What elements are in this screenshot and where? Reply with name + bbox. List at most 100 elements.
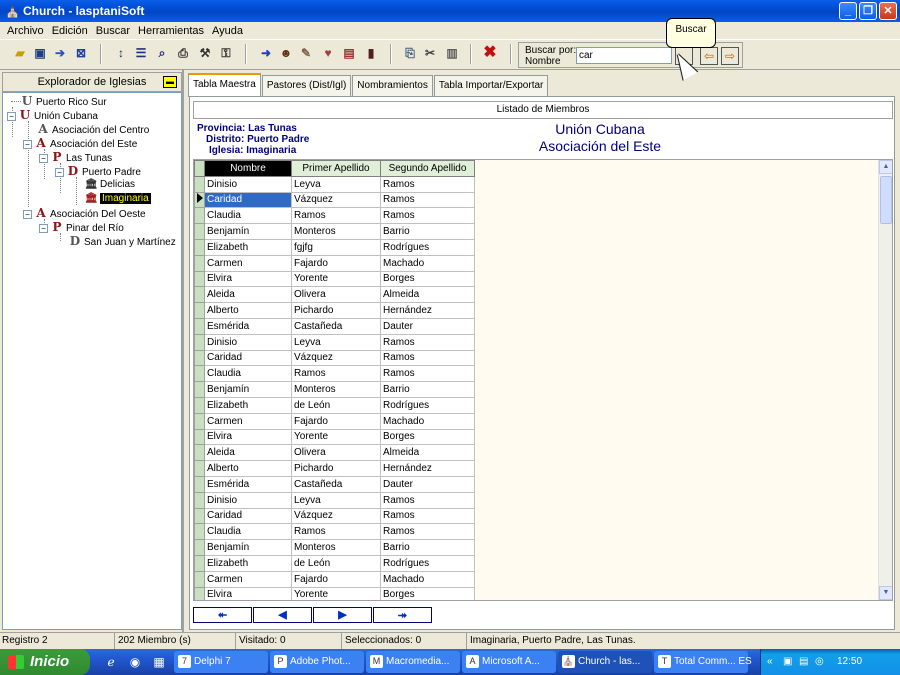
cell-primer-apellido[interactable]: Ramos	[291, 523, 381, 541]
network-icon[interactable]: ▣	[783, 649, 792, 675]
cell-primer-apellido[interactable]: Leyva	[291, 175, 381, 193]
task-delphi[interactable]: 7 Delphi 7	[174, 651, 268, 673]
cell-nombre[interactable]: Carmen	[204, 254, 292, 272]
cell-nombre[interactable]: Elvira	[204, 586, 292, 600]
cell-primer-apellido[interactable]: Yorente	[291, 586, 381, 600]
previous-record-button[interactable]: ◀	[253, 607, 312, 623]
table-row[interactable]: Aleida Olivera Almeida	[194, 444, 475, 462]
tree-node-asociacion-este[interactable]: − A Asociación del Este	[23, 136, 137, 150]
cell-segundo-apellido[interactable]: Barrio	[380, 539, 475, 556]
table-row[interactable]: Elvira Yorente Borges	[194, 270, 475, 288]
cell-nombre[interactable]: Benjamín	[204, 223, 292, 240]
pin-icon[interactable]: ▬	[163, 76, 177, 88]
tree-node-imaginaria[interactable]: 🏛 Imaginaria	[71, 192, 151, 206]
cell-segundo-apellido[interactable]: Ramos	[380, 349, 475, 367]
cell-segundo-apellido[interactable]: Hernández	[380, 460, 475, 477]
horn-icon[interactable]: ✎	[298, 45, 314, 61]
table-row[interactable]: Benjamín Monteros Barrio	[194, 381, 475, 398]
column-header-nombre[interactable]: Nombre	[204, 160, 292, 177]
table-row[interactable]: Claudia Ramos Ramos	[194, 523, 475, 541]
table-row[interactable]: Dinisio Leyva Ramos	[194, 175, 475, 193]
cell-nombre[interactable]: Claudia	[204, 523, 292, 541]
cell-primer-apellido[interactable]: Fajardo	[291, 570, 381, 588]
cell-nombre[interactable]: Esmérida	[204, 317, 292, 335]
cell-segundo-apellido[interactable]: Ramos	[380, 365, 475, 383]
last-record-button[interactable]: ⯮	[373, 607, 432, 623]
cell-nombre[interactable]: Dinisio	[204, 333, 292, 351]
menu-ayuda[interactable]: Ayuda	[208, 25, 247, 37]
cell-primer-apellido[interactable]: Fajardo	[291, 254, 381, 272]
menu-buscar[interactable]: Buscar	[92, 25, 134, 37]
cell-primer-apellido[interactable]: Monteros	[291, 223, 381, 240]
print-icon[interactable]: ⎙	[175, 45, 191, 61]
row-indicator[interactable]	[194, 428, 205, 446]
maximize-button[interactable]: ❐	[859, 2, 877, 20]
row-indicator[interactable]	[194, 523, 205, 541]
table-row[interactable]: Esmérida Castañeda Dauter	[194, 475, 475, 493]
heart-icon[interactable]: ♥	[320, 45, 336, 61]
cell-segundo-apellido[interactable]: Borges	[380, 270, 475, 288]
next-record-button[interactable]: ▶	[313, 607, 372, 623]
language-indicator[interactable]: ES	[731, 649, 759, 675]
row-indicator[interactable]	[194, 475, 205, 493]
cell-primer-apellido[interactable]: Ramos	[291, 365, 381, 383]
row-indicator[interactable]	[194, 460, 205, 477]
cell-segundo-apellido[interactable]: Borges	[380, 428, 475, 446]
cell-nombre[interactable]: Caridad	[204, 191, 292, 209]
cell-nombre[interactable]: Caridad	[204, 507, 292, 525]
cell-primer-apellido[interactable]: Pichardo	[291, 460, 381, 477]
collapse-icon[interactable]: −	[39, 223, 48, 233]
row-indicator[interactable]	[194, 586, 205, 600]
first-record-button[interactable]: ⯬	[193, 607, 252, 623]
cell-segundo-apellido[interactable]: Dauter	[380, 317, 475, 335]
cell-primer-apellido[interactable]: Leyva	[291, 491, 381, 509]
cut-icon[interactable]: ✂	[422, 45, 438, 61]
cell-nombre[interactable]: Aleida	[204, 444, 292, 462]
table-row[interactable]: Benjamín Monteros Barrio	[194, 223, 475, 240]
cell-segundo-apellido[interactable]: Dauter	[380, 475, 475, 493]
cell-primer-apellido[interactable]: Yorente	[291, 428, 381, 446]
cell-segundo-apellido[interactable]: Ramos	[380, 191, 475, 209]
cell-nombre[interactable]: Carmen	[204, 570, 292, 588]
cell-nombre[interactable]: Alberto	[204, 302, 292, 319]
start-button[interactable]: Inicio	[0, 649, 90, 675]
cell-nombre[interactable]: Caridad	[204, 349, 292, 367]
person-icon[interactable]: ☻	[278, 45, 294, 61]
calculator-icon[interactable]: ▦	[150, 653, 168, 671]
row-indicator[interactable]	[194, 539, 205, 556]
row-indicator[interactable]	[194, 175, 205, 193]
table-row[interactable]: Elizabeth de León Rodrígues	[194, 554, 475, 572]
row-indicator[interactable]	[194, 270, 205, 288]
task-microsoft-access[interactable]: A Microsoft A...	[462, 651, 556, 673]
cell-primer-apellido[interactable]: Pichardo	[291, 302, 381, 319]
tab-tabla-maestra[interactable]: Tabla Maestra	[188, 73, 261, 97]
cell-segundo-apellido[interactable]: Barrio	[380, 223, 475, 240]
cell-nombre[interactable]: Dinisio	[204, 175, 292, 193]
row-indicator[interactable]	[194, 238, 205, 256]
table-row[interactable]: Esmérida Castañeda Dauter	[194, 317, 475, 335]
bible-icon[interactable]: ▮	[363, 45, 379, 61]
cell-segundo-apellido[interactable]: Hernández	[380, 302, 475, 319]
cell-segundo-apellido[interactable]: Ramos	[380, 175, 475, 193]
column-header-segundo-apellido[interactable]: Segundo Apellido	[380, 160, 475, 177]
delete-icon[interactable]: ✖	[482, 45, 498, 61]
cell-segundo-apellido[interactable]: Machado	[380, 570, 475, 588]
row-indicator[interactable]	[194, 396, 205, 414]
book-icon[interactable]: ▤	[341, 45, 357, 61]
cell-segundo-apellido[interactable]: Machado	[380, 412, 475, 430]
row-indicator[interactable]	[194, 507, 205, 525]
table-row[interactable]: Elvira Yorente Borges	[194, 586, 475, 600]
cell-primer-apellido[interactable]: Olivera	[291, 286, 381, 304]
cell-nombre[interactable]: Elvira	[204, 270, 292, 288]
close-button[interactable]: ✕	[879, 2, 897, 20]
row-indicator[interactable]	[194, 365, 205, 383]
row-indicator[interactable]	[194, 317, 205, 335]
scroll-up-icon[interactable]: ▲	[879, 160, 892, 174]
cell-segundo-apellido[interactable]: Rodrígues	[380, 238, 475, 256]
cell-segundo-apellido[interactable]: Rodrígues	[380, 554, 475, 572]
cell-primer-apellido[interactable]: Vázquez	[291, 507, 381, 525]
cell-nombre[interactable]: Elvira	[204, 428, 292, 446]
row-indicator[interactable]	[194, 333, 205, 351]
table-row[interactable]: Caridad Vázquez Ramos	[194, 349, 475, 367]
tray-expand-icon[interactable]: «	[767, 649, 773, 675]
